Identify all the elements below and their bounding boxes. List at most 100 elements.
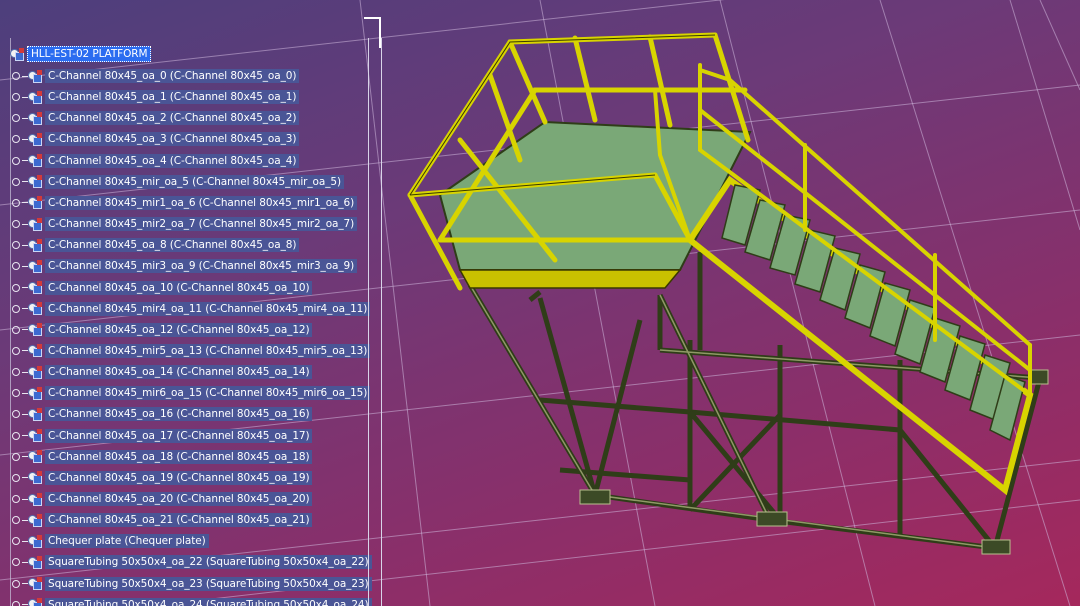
part-icon xyxy=(28,492,43,507)
tree-item[interactable]: Chequer plate (Chequer plate) xyxy=(10,531,209,551)
tree-item[interactable]: C-Channel 80x45_oa_16 (C-Channel 80x45_o… xyxy=(10,404,313,424)
tree-item-label[interactable]: C-Channel 80x45_oa_0 (C-Channel 80x45_oa… xyxy=(45,69,300,83)
tree-item-label[interactable]: C-Channel 80x45_oa_4 (C-Channel 80x45_oa… xyxy=(45,153,300,168)
stair-treads xyxy=(721,184,1026,442)
tree-item[interactable]: C-Channel 80x45_oa_17 (C-Channel 80x45_o… xyxy=(10,426,313,446)
tree-scrollbar[interactable]: ⇧ xyxy=(368,38,382,606)
tree-connector-icon[interactable] xyxy=(12,220,20,229)
tree-item[interactable]: SquareTubing 50x50x4_oa_24 (SquareTubing… xyxy=(10,595,372,606)
tree-item[interactable]: C-Channel 80x45_oa_0 (C-Channel 80x45_oa… xyxy=(10,66,300,86)
tree-item[interactable]: C-Channel 80x45_mir6_oa_15 (C-Channel 80… xyxy=(10,383,371,403)
support-frame xyxy=(467,252,1043,551)
part-icon xyxy=(28,449,43,464)
tree-item-label[interactable]: C-Channel 80x45_mir6_oa_15 (C-Channel 80… xyxy=(45,386,371,401)
tree-connector-icon[interactable] xyxy=(12,304,20,313)
tree-item-label[interactable]: C-Channel 80x45_mir2_oa_7 (C-Channel 80x… xyxy=(45,217,358,232)
tree-connector-icon[interactable] xyxy=(12,72,20,80)
tree-connector-icon[interactable] xyxy=(12,600,20,606)
tree-item[interactable]: C-Channel 80x45_oa_18 (C-Channel 80x45_o… xyxy=(10,447,313,467)
tree-item-label[interactable]: C-Channel 80x45_mir_oa_5 (C-Channel 80x4… xyxy=(45,174,344,189)
tree-connector-icon[interactable] xyxy=(12,283,20,292)
tree-connector-icon[interactable] xyxy=(12,558,20,567)
tree-item-label[interactable]: C-Channel 80x45_mir1_oa_6 (C-Channel 80x… xyxy=(45,195,358,210)
tree-connector-icon[interactable] xyxy=(12,346,20,355)
tree-item-label[interactable]: C-Channel 80x45_oa_16 (C-Channel 80x45_o… xyxy=(45,407,313,422)
tree-item-label[interactable]: C-Channel 80x45_oa_2 (C-Channel 80x45_oa… xyxy=(45,111,300,126)
tree-item[interactable]: SquareTubing 50x50x4_oa_22 (SquareTubing… xyxy=(10,552,372,572)
tree-item-label[interactable]: C-Channel 80x45_mir5_oa_13 (C-Channel 80… xyxy=(45,343,371,358)
part-icon xyxy=(28,534,43,549)
tree-connector-icon[interactable] xyxy=(12,198,20,207)
tree-connector-icon[interactable] xyxy=(12,135,20,144)
tree-item[interactable]: C-Channel 80x45_mir1_oa_6 (C-Channel 80x… xyxy=(10,193,358,213)
tree-connector-icon[interactable] xyxy=(12,473,20,482)
tree-item-label[interactable]: C-Channel 80x45_oa_3 (C-Channel 80x45_oa… xyxy=(45,132,300,147)
part-icon xyxy=(28,555,43,570)
platform-model[interactable] xyxy=(407,32,1049,555)
part-icon xyxy=(28,343,43,358)
tree-item-label[interactable]: C-Channel 80x45_mir3_oa_9 (C-Channel 80x… xyxy=(45,259,358,274)
part-icon xyxy=(28,597,43,606)
specification-tree[interactable]: HLL-EST-02 PLATFORM C-Channel 80x45_oa_0… xyxy=(0,38,382,606)
tree-connector-icon[interactable] xyxy=(12,177,20,186)
tree-item[interactable]: C-Channel 80x45_mir3_oa_9 (C-Channel 80x… xyxy=(10,256,358,276)
tree-item-label[interactable]: C-Channel 80x45_oa_18 (C-Channel 80x45_o… xyxy=(45,449,313,464)
tree-item-label[interactable]: C-Channel 80x45_mir4_oa_11 (C-Channel 80… xyxy=(45,301,371,316)
product-icon xyxy=(10,47,25,62)
tree-connector-icon[interactable] xyxy=(12,579,20,588)
tree-item[interactable]: C-Channel 80x45_oa_3 (C-Channel 80x45_oa… xyxy=(10,129,300,149)
tree-root[interactable]: HLL-EST-02 PLATFORM xyxy=(10,44,152,64)
tree-connector-icon[interactable] xyxy=(12,368,20,377)
tree-item-label[interactable]: C-Channel 80x45_oa_10 (C-Channel 80x45_o… xyxy=(45,280,313,295)
tree-connector-icon[interactable] xyxy=(12,516,20,525)
tree-connector-icon[interactable] xyxy=(12,537,20,546)
tree-item[interactable]: C-Channel 80x45_oa_19 (C-Channel 80x45_o… xyxy=(10,468,313,488)
tree-connector-icon[interactable] xyxy=(12,325,20,334)
tree-item[interactable]: C-Channel 80x45_oa_1 (C-Channel 80x45_oa… xyxy=(10,87,300,107)
tree-item[interactable]: C-Channel 80x45_oa_4 (C-Channel 80x45_oa… xyxy=(10,151,300,171)
tree-item-label[interactable]: SquareTubing 50x50x4_oa_24 (SquareTubing… xyxy=(45,597,372,606)
tree-item-label[interactable]: C-Channel 80x45_oa_19 (C-Channel 80x45_o… xyxy=(45,470,313,485)
tree-item-label[interactable]: C-Channel 80x45_oa_20 (C-Channel 80x45_o… xyxy=(45,492,313,506)
tree-item-label[interactable]: C-Channel 80x45_oa_21 (C-Channel 80x45_o… xyxy=(45,513,313,528)
part-icon xyxy=(28,386,43,401)
tree-item-label[interactable]: C-Channel 80x45_oa_14 (C-Channel 80x45_o… xyxy=(45,365,313,380)
tree-connector-icon[interactable] xyxy=(12,495,20,503)
tree-item[interactable]: C-Channel 80x45_oa_20 (C-Channel 80x45_o… xyxy=(10,489,313,509)
tree-connector-icon[interactable] xyxy=(12,452,20,461)
part-icon xyxy=(28,132,43,147)
tree-item-label[interactable]: C-Channel 80x45_oa_12 (C-Channel 80x45_o… xyxy=(45,322,313,337)
tree-item[interactable]: SquareTubing 50x50x4_oa_23 (SquareTubing… xyxy=(10,574,372,594)
part-icon xyxy=(28,470,43,485)
tree-connector-icon[interactable] xyxy=(12,410,20,419)
tree-item[interactable]: C-Channel 80x45_mir2_oa_7 (C-Channel 80x… xyxy=(10,214,358,234)
tree-item[interactable]: C-Channel 80x45_mir_oa_5 (C-Channel 80x4… xyxy=(10,172,344,192)
part-icon xyxy=(28,111,43,126)
tree-connector-icon[interactable] xyxy=(12,93,20,102)
tree-item-label[interactable]: C-Channel 80x45_oa_1 (C-Channel 80x45_oa… xyxy=(45,90,300,105)
part-icon xyxy=(28,365,43,380)
tree-item-label[interactable]: SquareTubing 50x50x4_oa_22 (SquareTubing… xyxy=(45,555,372,570)
tree-item-label[interactable]: C-Channel 80x45_oa_8 (C-Channel 80x45_oa… xyxy=(45,238,300,253)
part-icon xyxy=(28,195,43,210)
tree-root-label[interactable]: HLL-EST-02 PLATFORM xyxy=(27,46,152,62)
tree-item[interactable]: C-Channel 80x45_oa_21 (C-Channel 80x45_o… xyxy=(10,510,313,530)
tree-item-label[interactable]: Chequer plate (Chequer plate) xyxy=(45,534,209,549)
tree-connector-icon[interactable] xyxy=(12,389,20,398)
tree-item[interactable]: C-Channel 80x45_oa_14 (C-Channel 80x45_o… xyxy=(10,362,313,382)
part-icon xyxy=(28,280,43,295)
tree-item[interactable]: C-Channel 80x45_oa_10 (C-Channel 80x45_o… xyxy=(10,278,313,298)
tree-item[interactable]: C-Channel 80x45_mir4_oa_11 (C-Channel 80… xyxy=(10,299,371,319)
tree-item[interactable]: C-Channel 80x45_oa_12 (C-Channel 80x45_o… xyxy=(10,320,313,340)
tree-connector-icon[interactable] xyxy=(12,262,20,271)
tree-connector-icon[interactable] xyxy=(12,431,20,440)
part-icon xyxy=(28,407,43,422)
tree-item[interactable]: C-Channel 80x45_oa_2 (C-Channel 80x45_oa… xyxy=(10,108,300,128)
tree-connector-icon[interactable] xyxy=(12,241,20,250)
tree-item-label[interactable]: SquareTubing 50x50x4_oa_23 (SquareTubing… xyxy=(45,576,372,591)
tree-item[interactable]: C-Channel 80x45_mir5_oa_13 (C-Channel 80… xyxy=(10,341,371,361)
tree-connector-icon[interactable] xyxy=(12,114,20,123)
tree-connector-icon[interactable] xyxy=(12,156,20,165)
tree-item[interactable]: C-Channel 80x45_oa_8 (C-Channel 80x45_oa… xyxy=(10,235,300,255)
tree-item-label[interactable]: C-Channel 80x45_oa_17 (C-Channel 80x45_o… xyxy=(45,428,313,443)
